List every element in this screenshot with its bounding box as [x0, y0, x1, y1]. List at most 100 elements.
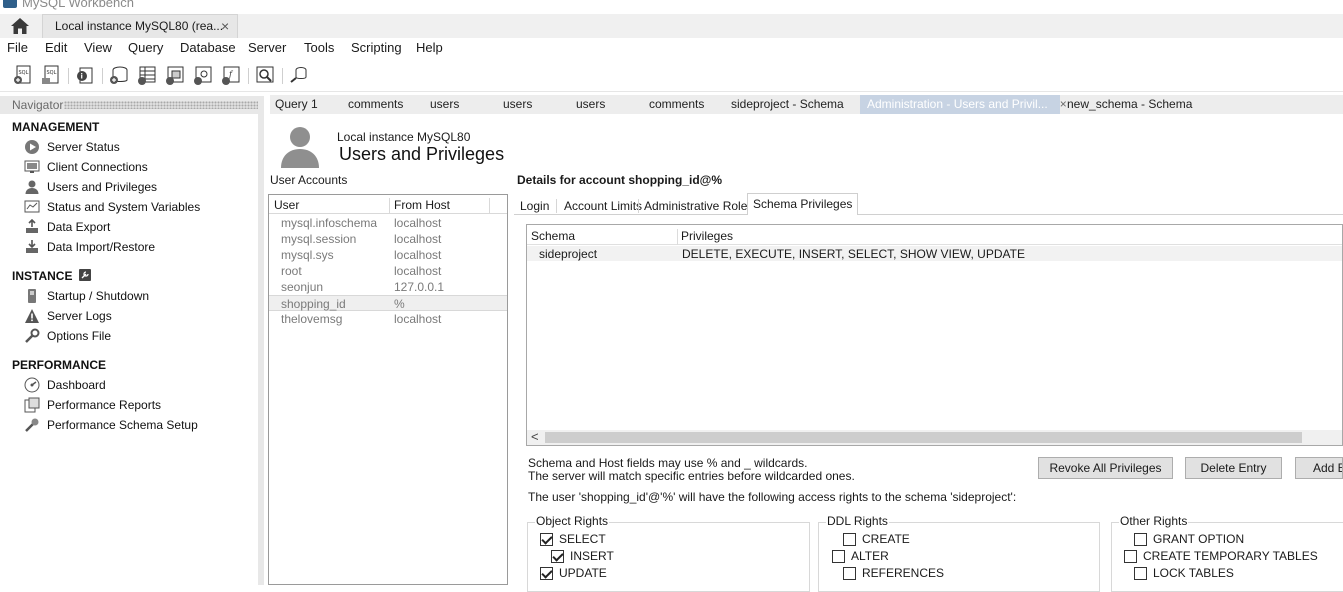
select-checkbox[interactable]: SELECT — [540, 531, 606, 547]
checkbox-checked[interactable] — [540, 566, 553, 580]
menu-file[interactable]: File — [7, 40, 28, 55]
table-row-selected[interactable]: shopping_id% — [269, 295, 507, 311]
create-temporary-tables-checkbox[interactable]: CREATE TEMPORARY TABLES — [1124, 548, 1318, 564]
insert-checkbox[interactable]: INSERT — [551, 548, 614, 564]
table-row[interactable]: root localhost — [269, 263, 507, 279]
tab-comments[interactable]: comments — [348, 95, 403, 114]
toolbar-separator — [248, 68, 249, 84]
wrench-badge-icon — [78, 269, 91, 281]
lock-tables-checkbox[interactable]: LOCK TABLES — [1134, 565, 1234, 581]
checkbox[interactable] — [1124, 549, 1137, 563]
inspector-button[interactable]: i — [74, 64, 96, 86]
menu-tools[interactable]: Tools — [304, 40, 334, 55]
nav-options-file[interactable]: Options File — [24, 327, 111, 345]
object-rights-title: Object Rights — [535, 514, 610, 528]
nav-data-import-restore[interactable]: Data Import/Restore — [24, 238, 155, 256]
nav-users-and-privileges[interactable]: Users and Privileges — [24, 178, 157, 196]
nav-dashboard[interactable]: Dashboard — [24, 376, 106, 394]
nav-performance-reports[interactable]: Performance Reports — [24, 396, 161, 414]
toolbar-separator — [102, 68, 103, 84]
add-entry-button[interactable]: Add Entry... — [1295, 457, 1343, 479]
menu-server[interactable]: Server — [248, 40, 286, 55]
user-accounts-table[interactable]: User From Host mysql.infoschema localhost… — [268, 194, 508, 585]
column-header-from-host[interactable]: From Host — [394, 198, 450, 212]
connection-tab[interactable]: Local instance MySQL80 (rea... × — [42, 14, 238, 38]
tab-users-2[interactable]: users — [503, 95, 532, 114]
editor-tab-bar: Query 1 comments users users users comme… — [270, 95, 1343, 114]
tab-comments-2[interactable]: comments — [649, 95, 704, 114]
table-row[interactable]: thelovemsg localhost — [269, 311, 507, 327]
tab-users-3[interactable]: users — [576, 95, 605, 114]
checkbox[interactable] — [843, 532, 856, 546]
toolbar-separator — [282, 68, 283, 84]
grant-option-checkbox[interactable]: GRANT OPTION — [1134, 531, 1244, 547]
checkbox[interactable] — [843, 566, 856, 580]
user-silhouette-icon — [281, 127, 319, 168]
column-header-schema[interactable]: Schema — [531, 229, 575, 243]
column-header-privileges[interactable]: Privileges — [681, 229, 733, 243]
setup-icon — [24, 417, 40, 433]
tab-login[interactable]: Login — [520, 196, 549, 215]
open-sql-script-button[interactable]: SQL — [40, 64, 62, 86]
delete-entry-button[interactable]: Delete Entry — [1185, 457, 1282, 479]
nav-server-logs[interactable]: Server Logs — [24, 307, 112, 325]
menu-scripting[interactable]: Scripting — [351, 40, 402, 55]
nav-startup-shutdown[interactable]: Startup / Shutdown — [24, 287, 149, 305]
horizontal-scrollbar[interactable]: < — [527, 429, 1342, 445]
tab-administrative-roles[interactable]: Administrative Roles — [644, 196, 753, 215]
table-row[interactable]: mysql.infoschema localhost — [269, 215, 507, 231]
checkbox-checked[interactable] — [551, 549, 564, 563]
table-row[interactable]: mysql.session localhost — [269, 231, 507, 247]
revoke-all-privileges-button[interactable]: Revoke All Privileges — [1038, 457, 1173, 479]
checkbox[interactable] — [832, 549, 845, 563]
tab-query-1[interactable]: Query 1 — [275, 95, 318, 114]
alter-checkbox[interactable]: ALTER — [832, 548, 889, 564]
details-tab-bar: Login Account Limits Administrative Role… — [514, 193, 1343, 216]
reconnect-button[interactable] — [288, 64, 310, 86]
home-button[interactable] — [8, 16, 32, 36]
nav-server-status[interactable]: Server Status — [24, 138, 120, 156]
menu-database[interactable]: Database — [180, 40, 236, 55]
nav-performance-schema-setup[interactable]: Performance Schema Setup — [24, 416, 198, 434]
menu-help[interactable]: Help — [416, 40, 443, 55]
navigator-header: Navigator — [0, 96, 264, 114]
references-checkbox[interactable]: REFERENCES — [843, 565, 944, 581]
menu-view[interactable]: View — [84, 40, 112, 55]
details-title: Details for account shopping_id@% — [517, 173, 723, 187]
menu-edit[interactable]: Edit — [45, 40, 67, 55]
create-schema-icon — [110, 66, 128, 84]
table-row[interactable]: sideproject DELETE, EXECUTE, INSERT, SEL… — [527, 246, 1342, 261]
scroll-left-icon[interactable]: < — [531, 429, 539, 444]
search-table-data-button[interactable] — [254, 64, 276, 86]
tab-sideproject-schema[interactable]: sideproject - Schema — [731, 95, 844, 114]
close-icon[interactable]: × — [1060, 97, 1067, 111]
tab-schema-privileges[interactable]: Schema Privileges — [747, 193, 859, 216]
create-table-icon — [138, 66, 156, 85]
checkbox-checked[interactable] — [540, 532, 553, 546]
create-view-button[interactable] — [164, 64, 186, 86]
nav-status-and-system-variables[interactable]: Status and System Variables — [24, 198, 200, 216]
new-sql-tab-button[interactable]: SQL — [12, 64, 34, 86]
table-row[interactable]: seonjun 127.0.0.1 — [269, 279, 507, 295]
tab-new-schema[interactable]: new_schema - Schema — [1067, 95, 1192, 114]
create-schema-button[interactable] — [108, 64, 130, 86]
tab-account-limits[interactable]: Account Limits — [564, 196, 642, 215]
close-icon[interactable]: × — [221, 18, 229, 34]
menu-query[interactable]: Query — [128, 40, 163, 55]
tab-users[interactable]: users — [430, 95, 459, 114]
checkbox[interactable] — [1134, 532, 1147, 546]
nav-client-connections[interactable]: Client Connections — [24, 158, 148, 176]
checkbox[interactable] — [1134, 566, 1147, 580]
column-header-user[interactable]: User — [274, 198, 299, 212]
panel-grip[interactable] — [64, 101, 258, 109]
update-checkbox[interactable]: UPDATE — [540, 565, 607, 581]
schema-privileges-table[interactable]: Schema Privileges sideproject DELETE, EX… — [526, 224, 1343, 446]
nav-data-export[interactable]: Data Export — [24, 218, 110, 236]
create-checkbox[interactable]: CREATE — [843, 531, 910, 547]
scrollbar-thumb[interactable] — [545, 432, 1302, 443]
create-function-button[interactable]: f — [220, 64, 242, 86]
tab-administration-users-and-privileges[interactable]: Administration - Users and Privil... × — [860, 95, 1067, 114]
create-procedure-button[interactable] — [192, 64, 214, 86]
table-row[interactable]: mysql.sys localhost — [269, 247, 507, 263]
create-table-button[interactable] — [136, 64, 158, 86]
